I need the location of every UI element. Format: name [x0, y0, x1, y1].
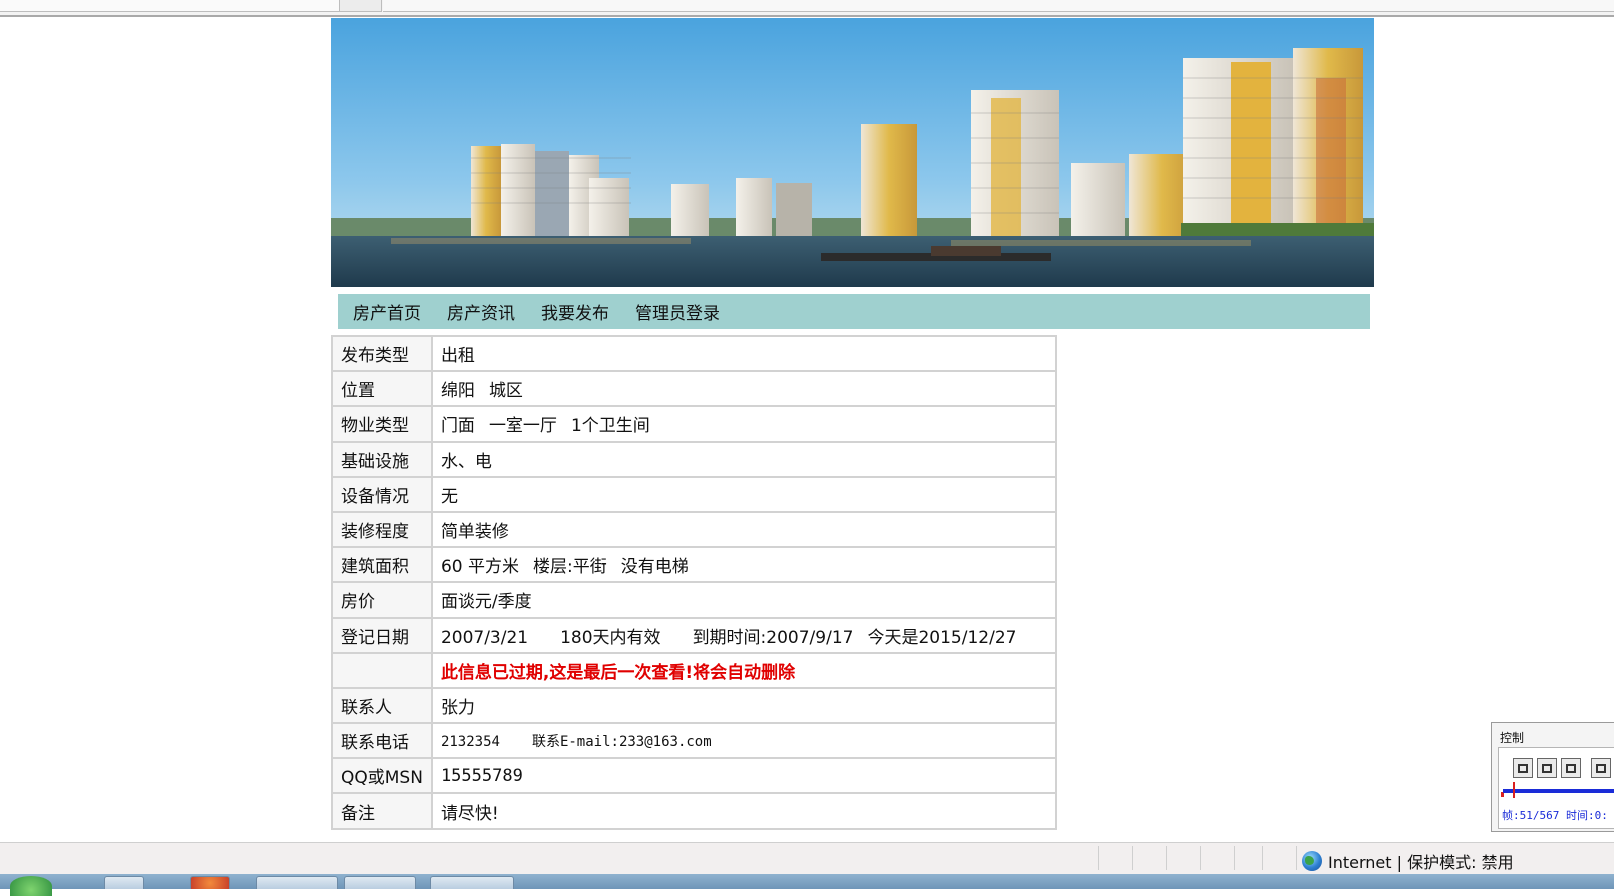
playback-control-panel: 控制 帧:51/567 时间:0:: [1491, 722, 1614, 832]
taskbar-app-browser[interactable]: [430, 876, 514, 889]
nav-admin-login[interactable]: 管理员登录: [635, 299, 720, 324]
browser-status-bar: Internet | 保护模式: 禁用: [0, 842, 1614, 874]
status-separator: [1166, 846, 1167, 870]
type-value: 出租: [430, 334, 1058, 373]
banner-image: [331, 18, 1374, 287]
type-label: 发布类型: [331, 334, 433, 373]
taskbar-app-media[interactable]: [190, 876, 230, 889]
location-label: 位置: [331, 370, 433, 408]
table-row: 联系电话 2132354 联系E-mail:233@163.com: [331, 722, 1058, 760]
security-zone-text: Internet | 保护模式: 禁用: [1328, 853, 1514, 872]
phone-label: 联系电话: [331, 722, 433, 760]
control-panel-title: 控制: [1500, 731, 1525, 745]
decoration-label: 装修程度: [331, 510, 433, 549]
table-row: 建筑面积 60 平方米 楼层:平街 没有电梯: [331, 546, 1058, 584]
taskbar: [0, 874, 1614, 896]
status-separator: [1262, 846, 1263, 870]
property-kind: 门面: [440, 416, 475, 437]
fullscreen-icon: [1596, 763, 1606, 773]
table-row: QQ或MSN 15555789: [331, 757, 1058, 795]
browser-tab-button[interactable]: [340, 0, 382, 12]
main-nav: 房产首页 房产资讯 我要发布 管理员登录: [338, 294, 1370, 329]
nav-home[interactable]: 房产首页: [353, 299, 421, 324]
price-value: 面谈元/季度: [430, 581, 1058, 619]
timeline-track[interactable]: [1503, 789, 1614, 793]
taskbar-app-document[interactable]: [104, 876, 144, 889]
prev-frame-icon: [1518, 763, 1528, 773]
table-row: 装修程度 简单装修: [331, 510, 1058, 549]
status-separator: [1200, 846, 1201, 870]
date-label: 登记日期: [331, 616, 433, 654]
contact-label: 联系人: [331, 686, 433, 725]
next-frame-button[interactable]: [1561, 758, 1581, 778]
table-row: 设备情况 无: [331, 475, 1058, 513]
property-bath: 1个卫生间: [570, 416, 650, 437]
status-separator: [1132, 846, 1133, 870]
control-panel-body: 帧:51/567 时间:0:: [1498, 747, 1614, 829]
status-separator: [1234, 846, 1235, 870]
property-layout: 一室一厅: [488, 416, 557, 437]
area-label: 建筑面积: [331, 546, 433, 584]
location-city: 绵阳: [440, 381, 475, 402]
taskbar-app-window[interactable]: [256, 876, 338, 889]
table-row: 物业类型 门面 一室一厅 1个卫生间: [331, 405, 1058, 443]
note-value: 请尽快!: [430, 792, 1058, 830]
date-value: 2007/3/21: [440, 627, 529, 648]
property-label: 物业类型: [331, 405, 433, 443]
nav-news[interactable]: 房产资讯: [447, 299, 515, 324]
table-row: 备注 请尽快!: [331, 792, 1058, 830]
contact-value: 张力: [430, 686, 1058, 725]
nav-publish[interactable]: 我要发布: [541, 299, 609, 324]
timeline-thumb[interactable]: [1513, 782, 1515, 798]
next-frame-icon: [1566, 763, 1576, 773]
empty-label: [331, 651, 433, 689]
decoration-value: 简单装修: [430, 510, 1058, 549]
listing-details-table: 发布类型 出租 位置 绵阳 城区 物业类型 门面 一室一厅 1个卫生间 基础设施 水、…: [331, 334, 1058, 830]
table-row: 联系人 张力: [331, 686, 1058, 725]
taskbar-app-folder[interactable]: [344, 876, 416, 889]
security-zone[interactable]: Internet | 保护模式: 禁用: [1302, 849, 1514, 873]
expired-notice: 此信息已过期,这是最后一次查看!将会自动删除: [430, 651, 1058, 689]
table-row: 房价 面谈元/季度: [331, 581, 1058, 619]
validity-value: 180天内有效: [560, 627, 661, 648]
fullscreen-button[interactable]: [1591, 758, 1611, 778]
table-row: 发布类型 出租: [331, 334, 1058, 373]
today-value: 今天是2015/12/27: [867, 627, 1017, 648]
table-row: 此信息已过期,这是最后一次查看!将会自动删除: [331, 651, 1058, 689]
status-separator: [1296, 846, 1297, 870]
location-district: 城区: [488, 381, 523, 402]
prev-frame-button[interactable]: [1513, 758, 1533, 778]
start-button[interactable]: [10, 876, 52, 896]
price-label: 房价: [331, 581, 433, 619]
stop-button[interactable]: [1537, 758, 1557, 778]
floor-value: 楼层:平街: [532, 557, 607, 578]
browser-tab[interactable]: [0, 0, 340, 12]
stop-icon: [1542, 763, 1552, 773]
address-bar[interactable]: [383, 0, 1614, 12]
equipment-value: 无: [430, 475, 1058, 513]
facilities-label: 基础设施: [331, 440, 433, 478]
qq-label: QQ或MSN: [331, 757, 433, 795]
phone-value: 2132354: [440, 733, 500, 750]
table-row: 登记日期 2007/3/21 180天内有效 到期时间:2007/9/17 今天是20…: [331, 616, 1058, 654]
table-row: 基础设施 水、电: [331, 440, 1058, 478]
location-value: 绵阳 城区: [430, 370, 1058, 408]
equipment-label: 设备情况: [331, 475, 433, 513]
globe-icon: [1302, 851, 1322, 871]
area-value: 60 平方米: [440, 557, 519, 578]
email-value: 联系E-mail:233@163.com: [531, 733, 712, 750]
property-value: 门面 一室一厅 1个卫生间: [430, 405, 1058, 443]
status-separator: [1098, 846, 1099, 870]
note-label: 备注: [331, 792, 433, 830]
area-value-cell: 60 平方米 楼层:平街 没有电梯: [430, 546, 1058, 584]
table-row: 位置 绵阳 城区: [331, 370, 1058, 408]
facilities-value: 水、电: [430, 440, 1058, 478]
expire-value: 到期时间:2007/9/17: [692, 627, 854, 648]
qq-value: 15555789: [430, 757, 1058, 795]
elevator-value: 没有电梯: [620, 557, 689, 578]
browser-top-bar: [0, 0, 1614, 17]
phone-value-cell: 2132354 联系E-mail:233@163.com: [430, 722, 1058, 760]
date-value-cell: 2007/3/21 180天内有效 到期时间:2007/9/17 今天是2015/12…: [430, 616, 1058, 654]
frame-time-readout: 帧:51/567 时间:0:: [1502, 809, 1608, 822]
